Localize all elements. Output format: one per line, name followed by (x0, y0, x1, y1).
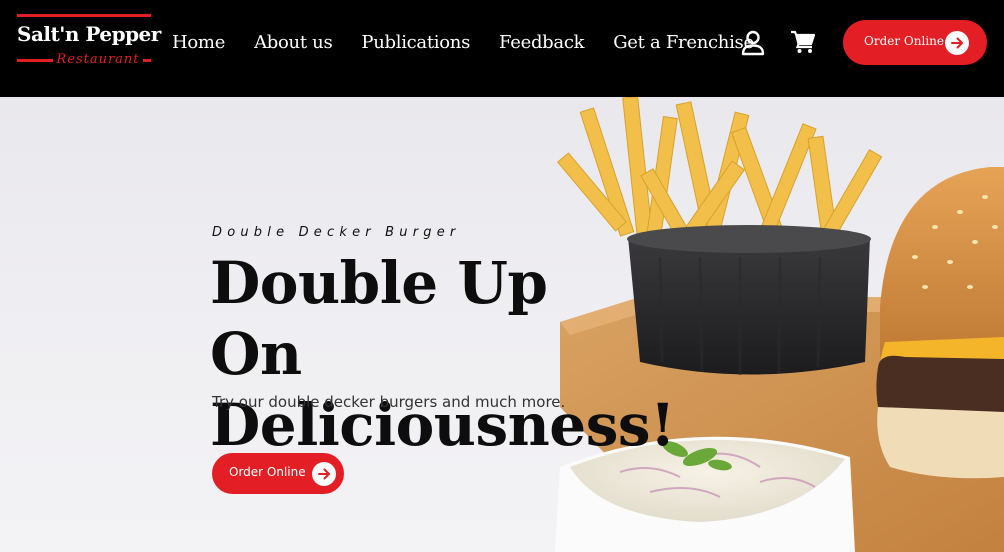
arrow-right-icon (945, 31, 969, 55)
logo-subtitle: Restaurant (56, 52, 140, 67)
order-online-header-button[interactable]: Order Online (843, 20, 987, 65)
hero-subtext: Try our double decker burgers and much m… (212, 393, 566, 411)
brand-logo[interactable]: Salt'n Pepper Restaurant (14, 14, 161, 70)
arrow-right-icon (312, 462, 336, 486)
nav-home[interactable]: Home (172, 32, 225, 53)
cart-icon[interactable] (790, 30, 816, 54)
nav-get-a-franchise[interactable]: Get a Frenchise (613, 32, 754, 53)
user-icon[interactable] (741, 30, 765, 56)
main-nav: Home About us Publications Feedback Get … (172, 32, 754, 53)
nav-about-us[interactable]: About us (254, 32, 333, 53)
nav-publications[interactable]: Publications (361, 32, 470, 53)
site-header: Salt'n Pepper Restaurant Home About us P… (0, 0, 1004, 97)
nav-feedback[interactable]: Feedback (499, 32, 584, 53)
logo-sub-rule-right (143, 59, 151, 62)
logo-subline: Restaurant (17, 52, 151, 68)
hero-headline: Double Up On Deliciousness! (210, 249, 675, 459)
order-online-header-label: Order Online (864, 34, 944, 48)
logo-sub-rule-left (17, 59, 53, 62)
order-online-hero-label: Order Online (229, 465, 306, 479)
hero-eyebrow: Double Decker Burger (212, 225, 461, 240)
logo-wordmark: Salt'n Pepper (17, 22, 161, 46)
logo-top-rule (17, 14, 151, 17)
hero-section: Double Decker Burger Double Up On Delici… (0, 97, 1004, 552)
order-online-hero-button[interactable]: Order Online (212, 453, 344, 494)
